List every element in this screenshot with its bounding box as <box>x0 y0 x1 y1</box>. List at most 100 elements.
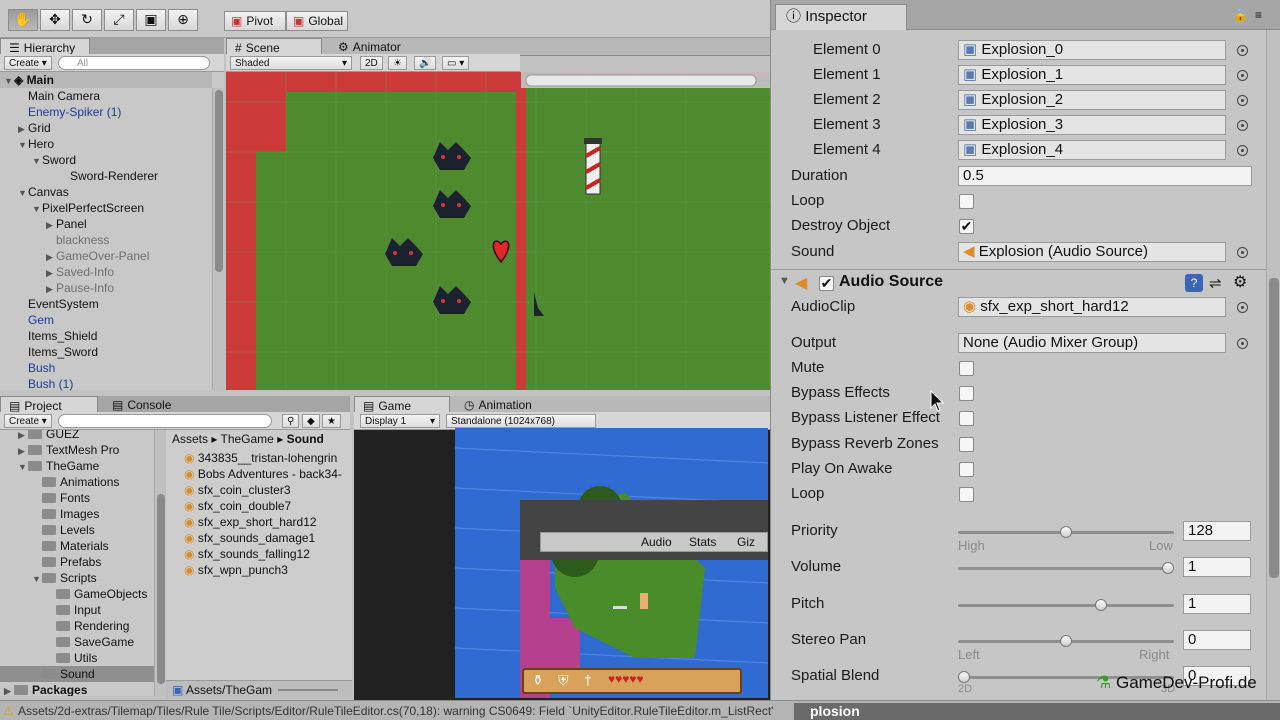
lock-icon[interactable]: 🔒 <box>1233 8 1248 22</box>
lighting-toggle[interactable]: ☀ <box>388 56 407 70</box>
stereo-pan-slider[interactable] <box>958 635 1174 647</box>
hierarchy-item[interactable]: blackness <box>0 232 212 248</box>
rotate-tool-button[interactable]: ↻ <box>72 9 102 31</box>
folder-item[interactable]: Animations <box>0 474 154 490</box>
hierarchy-item[interactable]: ▶ GameOver-Panel <box>0 248 212 264</box>
audio-toggle[interactable]: 🔊 <box>414 56 437 70</box>
folder-scrollbar[interactable] <box>154 430 166 696</box>
hierarchy-item[interactable]: ▼Canvas <box>0 184 212 200</box>
audio-file-item[interactable]: ◉ sfx_sounds_damage1 <box>166 530 340 546</box>
output-field[interactable]: None (Audio Mixer Group) <box>958 333 1226 353</box>
scene-root[interactable]: ▼◈ Main <box>0 72 212 88</box>
hierarchy-item[interactable]: Bush <box>0 360 212 376</box>
inspector-scrollbar[interactable] <box>1266 30 1280 700</box>
collapse-arrow-icon[interactable]: ▼ <box>779 275 790 287</box>
object-picker-icon[interactable] <box>1237 120 1248 131</box>
global-toggle[interactable]: ▣ Global <box>286 11 348 31</box>
scene-viewport[interactable] <box>226 72 770 390</box>
search-by-label-button[interactable]: ◆ <box>302 414 320 428</box>
priority-slider-knob[interactable] <box>1060 526 1072 538</box>
help-icon[interactable]: ? <box>1185 274 1203 292</box>
audio-button[interactable]: Audio <box>641 535 672 549</box>
object-picker-icon[interactable] <box>1237 145 1248 156</box>
priority-field[interactable]: 128 <box>1183 521 1251 541</box>
folder-item[interactable]: ▶ TextMesh Pro <box>0 442 154 458</box>
priority-slider[interactable] <box>958 526 1174 538</box>
folder-item[interactable]: Prefabs <box>0 554 154 570</box>
object-picker-icon[interactable] <box>1237 302 1248 313</box>
object-picker-icon[interactable] <box>1237 338 1248 349</box>
expand-arrow-icon[interactable]: ▼ <box>32 571 42 587</box>
audio-checkbox[interactable] <box>959 436 974 452</box>
volume-slider[interactable] <box>958 562 1174 574</box>
breadcrumb-item[interactable]: Sound <box>287 432 324 446</box>
project-search-input[interactable] <box>58 414 272 428</box>
rect-tool-button[interactable]: ▣ <box>136 9 166 31</box>
folder-item[interactable]: Input <box>0 602 154 618</box>
tab-inspector[interactable]: ⓘ Inspector <box>775 4 907 30</box>
hierarchy-item[interactable]: ▼Sword <box>0 152 212 168</box>
display-dropdown[interactable]: Display 1 ▾ <box>360 414 440 428</box>
audio-file-item[interactable]: ◉ sfx_exp_short_hard12 <box>166 514 340 530</box>
scale-tool-button[interactable]: ⤢ <box>104 9 134 31</box>
folder-item[interactable]: Materials <box>0 538 154 554</box>
hand-tool-button[interactable]: ✋ <box>8 9 38 31</box>
expand-arrow-icon[interactable]: ▶ <box>18 121 28 137</box>
hierarchy-item[interactable]: ▼Hero <box>0 136 212 152</box>
folder-item[interactable]: Utils <box>0 650 154 666</box>
project-create-button[interactable]: Create ▾ <box>4 414 52 428</box>
gear-icon[interactable]: ⚙ <box>1233 272 1247 292</box>
expand-arrow-icon[interactable]: ▶ <box>4 683 14 696</box>
hierarchy-item[interactable]: Bush (1) <box>0 376 212 392</box>
search-by-type-button[interactable]: ⚲ <box>282 414 300 428</box>
transform-tool-button[interactable]: ⊕ <box>168 9 198 31</box>
element-field[interactable]: ▣ Explosion_3 <box>958 115 1226 135</box>
gizmos-button[interactable]: Giz <box>737 535 755 549</box>
loop-checkbox[interactable] <box>959 194 974 209</box>
audio-file-item[interactable]: ◉ sfx_wpn_punch3 <box>166 562 340 578</box>
hierarchy-search-input[interactable]: All <box>58 56 210 70</box>
folder-item[interactable]: SaveGame <box>0 634 154 650</box>
element-field[interactable]: ▣ Explosion_4 <box>958 140 1226 160</box>
scrollbar-thumb[interactable] <box>215 90 223 272</box>
element-field[interactable]: ▣ Explosion_2 <box>958 90 1226 110</box>
audioclip-field[interactable]: ◉ sfx_exp_short_hard12 <box>958 297 1226 317</box>
folder-item[interactable]: Images <box>0 506 154 522</box>
hierarchy-item[interactable]: Main Camera <box>0 88 212 104</box>
folder-item[interactable]: Rendering <box>0 618 154 634</box>
pitch-slider[interactable] <box>958 599 1174 611</box>
2d-toggle[interactable]: 2D <box>360 56 383 70</box>
hierarchy-item[interactable]: ▶ Saved-Info <box>0 264 212 280</box>
expand-arrow-icon[interactable]: ▶ <box>46 281 56 297</box>
spatial-blend-slider-knob[interactable] <box>958 671 970 683</box>
element-field[interactable]: ▣ Explosion_1 <box>958 65 1226 85</box>
audio-checkbox[interactable] <box>959 361 974 376</box>
folder-item[interactable]: Sound <box>0 666 154 682</box>
object-picker-icon[interactable] <box>1237 70 1248 81</box>
hierarchy-scrollbar[interactable] <box>212 88 224 390</box>
object-picker-icon[interactable] <box>1237 247 1248 258</box>
audio-source-enabled-checkbox[interactable]: ✔ <box>819 276 834 291</box>
expand-arrow-icon[interactable]: ▶ <box>46 217 56 233</box>
breadcrumb-item[interactable]: TheGame <box>221 432 274 446</box>
hierarchy-item[interactable]: Gem <box>0 312 212 328</box>
expand-arrow-icon[interactable]: ▶ <box>46 249 56 265</box>
hierarchy-create-button[interactable]: Create ▾ <box>4 56 52 70</box>
expand-arrow-icon[interactable]: ▼ <box>32 153 42 169</box>
audio-file-item[interactable]: ◉ sfx_coin_double7 <box>166 498 340 514</box>
hierarchy-item[interactable]: Items_Sword <box>0 344 212 360</box>
audio-file-item[interactable]: ◉ Bobs Adventures - back34- <box>166 466 342 482</box>
audio-checkbox[interactable] <box>959 487 974 502</box>
expand-arrow-icon[interactable]: ▼ <box>18 459 28 475</box>
hierarchy-item[interactable]: Items_Shield <box>0 328 212 344</box>
duration-field[interactable]: 0.5 <box>958 166 1252 186</box>
sound-field[interactable]: ◀ Explosion (Audio Source) <box>958 242 1226 262</box>
audio-file-item[interactable]: ◉ sfx_coin_cluster3 <box>166 482 340 498</box>
folder-item[interactable]: ▼ TheGame <box>0 458 154 474</box>
folder-item[interactable]: Levels <box>0 522 154 538</box>
hierarchy-item[interactable]: ▶ Pause-Info <box>0 280 212 296</box>
shading-mode-dropdown[interactable]: Shaded ▾ <box>230 56 352 70</box>
volume-slider-knob[interactable] <box>1162 562 1174 574</box>
stereo-pan-field[interactable]: 0 <box>1183 630 1251 650</box>
preset-icon[interactable]: ⇌ <box>1209 274 1222 292</box>
